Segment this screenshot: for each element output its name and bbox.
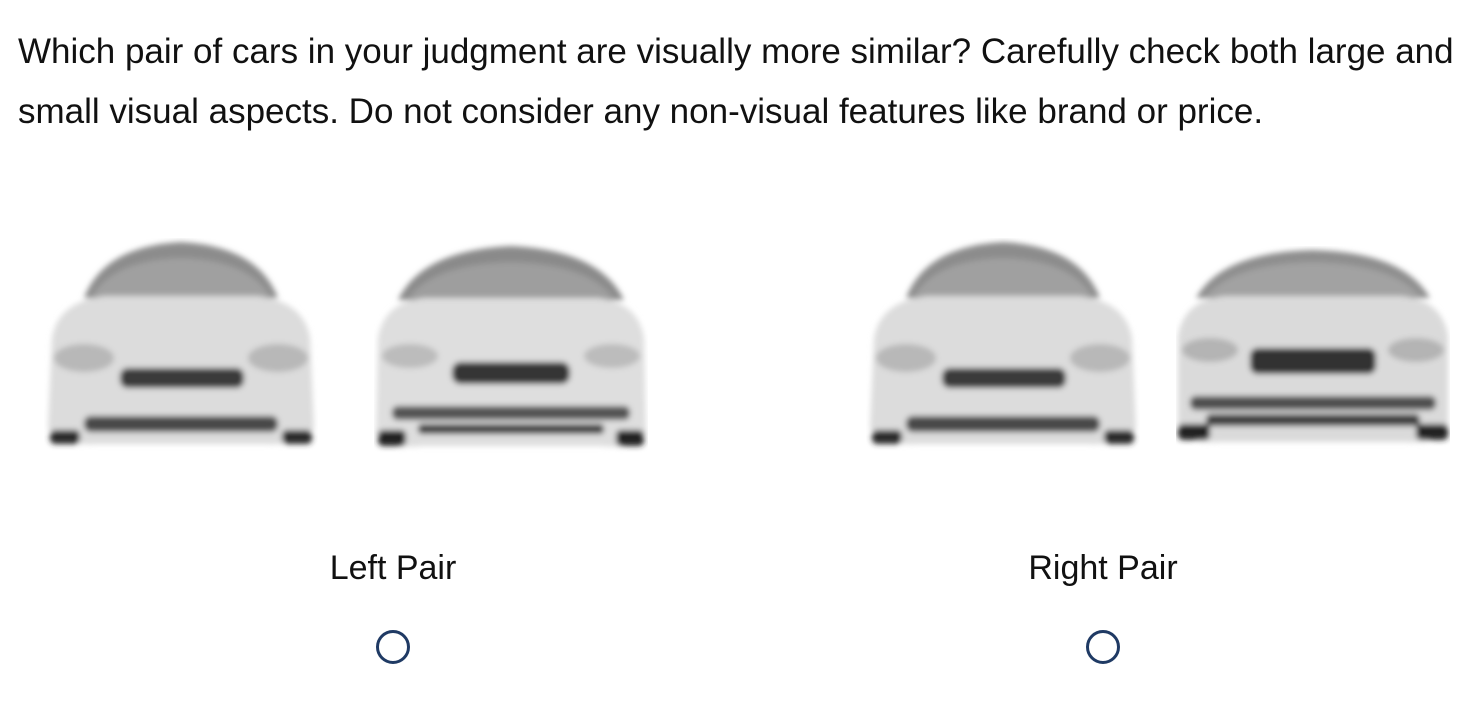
- left-pair-car-1-image: [44, 238, 318, 456]
- right-pair-car-1-image: [866, 238, 1140, 456]
- right-pair-label: Right Pair: [1028, 549, 1178, 587]
- left-pair-car-2-image: [374, 238, 648, 456]
- right-pair-car-2-image: [1176, 246, 1450, 450]
- left-pair-radio[interactable]: [376, 630, 410, 664]
- question-text: Which pair of cars in your judgment are …: [18, 32, 1454, 131]
- left-pair-label: Left Pair: [329, 549, 457, 587]
- right-pair-radio[interactable]: [1086, 630, 1120, 664]
